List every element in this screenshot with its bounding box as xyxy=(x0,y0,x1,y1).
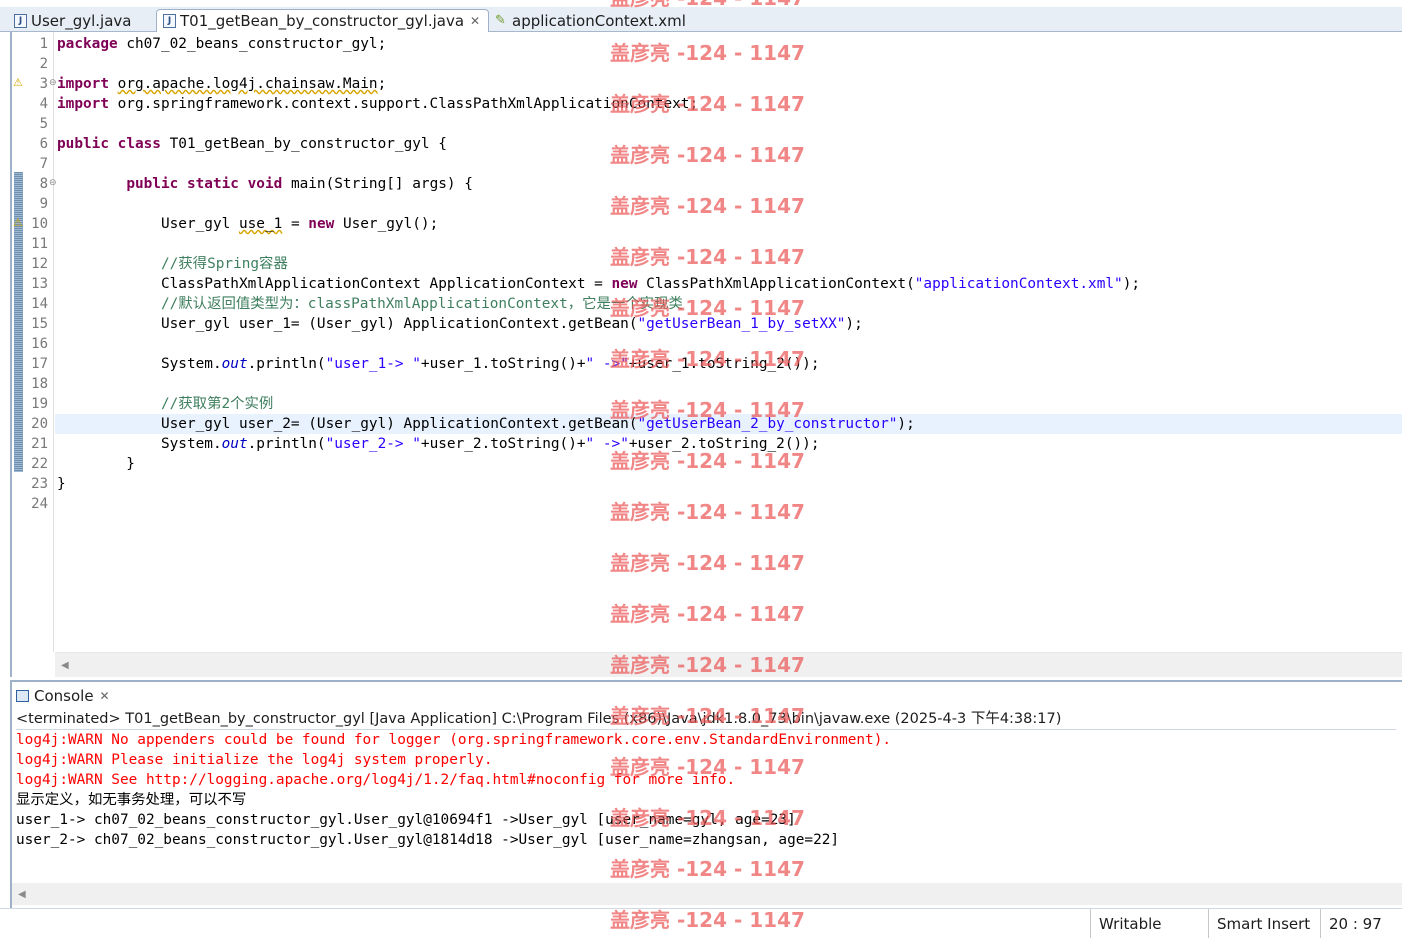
status-bar: Writable Smart Insert 20 : 97 xyxy=(0,908,1402,938)
code-line: import org.springframework.context.suppo… xyxy=(57,96,699,112)
console-output-line: log4j:WARN See http://logging.apache.org… xyxy=(16,772,736,788)
change-marker xyxy=(14,412,23,432)
change-marker xyxy=(14,392,23,412)
line-number: 21 xyxy=(31,436,48,452)
tab-console[interactable]: Console ✕ xyxy=(16,685,110,707)
close-icon[interactable]: ✕ xyxy=(470,14,480,28)
line-number-gutter: 1 2 3 ⊖ 4 5 6 7 8 ⊖ 9 10 11 12 13 14 15 … xyxy=(26,32,57,652)
line-number: 9 xyxy=(39,196,48,212)
unused-variable-warning: use_1 xyxy=(238,216,283,232)
line-number: 18 xyxy=(31,376,48,392)
code-comment-line: //默认返回值类型为：classPathXmlApplicationContex… xyxy=(57,296,683,312)
console-process-status: <terminated> T01_getBean_by_constructor_… xyxy=(16,708,1396,730)
code-line: } xyxy=(57,456,135,472)
line-number: 24 xyxy=(31,496,48,512)
code-line: public static void main(String[] args) { xyxy=(126,176,473,192)
change-marker xyxy=(14,452,23,472)
change-marker xyxy=(14,272,23,292)
scroll-left-icon[interactable]: ◀ xyxy=(61,660,69,671)
change-marker xyxy=(14,172,23,192)
change-marker xyxy=(14,192,23,212)
java-file-icon: J xyxy=(14,13,27,28)
tab-label: T01_getBean_by_constructor_gyl.java xyxy=(180,12,465,30)
line-number: 4 xyxy=(39,96,48,112)
console-output-line: log4j:WARN No appenders could be found f… xyxy=(16,732,892,748)
editor-horizontal-scrollbar[interactable]: ◀ xyxy=(55,652,1402,677)
line-number: 15 xyxy=(31,316,48,332)
console-output-line: 显示定义，如无事务处理，可以不写 xyxy=(16,792,247,808)
line-number: 20 xyxy=(31,416,48,432)
code-line: } xyxy=(57,476,66,492)
tab-applicationcontext-xml[interactable]: ✎ applicationContext.xml xyxy=(495,9,686,32)
line-number: 23 xyxy=(31,476,48,492)
code-editor[interactable]: ⚠ ⚠ 1 2 3 ⊖ 4 5 6 7 8 ⊖ 9 10 11 12 13 14… xyxy=(10,32,1402,677)
change-marker xyxy=(14,232,23,252)
tab-user-gyl-java[interactable]: J User_gyl.java xyxy=(14,9,131,32)
status-writable: Writable xyxy=(1090,909,1208,938)
line-number: 5 xyxy=(39,116,48,132)
change-marker xyxy=(14,432,23,452)
change-marker xyxy=(14,352,23,372)
code-line: public class T01_getBean_by_constructor_… xyxy=(57,136,447,152)
tab-label: applicationContext.xml xyxy=(512,11,686,30)
console-horizontal-scrollbar[interactable]: ◀ xyxy=(12,883,1402,905)
change-marker xyxy=(14,372,23,392)
console-tab-label: Console xyxy=(34,687,94,705)
unused-import-warning: org.apache.log4j.chainsaw.Main xyxy=(117,76,378,92)
change-marker xyxy=(14,292,23,312)
tab-t01-getbean-java[interactable]: J T01_getBean_by_constructor_gyl.java ✕ xyxy=(156,9,490,32)
change-marker xyxy=(14,312,23,332)
console-output-line: user_1-> ch07_02_beans_constructor_gyl.U… xyxy=(16,812,796,828)
warning-icon[interactable]: ⚠ xyxy=(13,216,23,229)
line-number: 22 xyxy=(31,456,48,472)
line-number: 16 xyxy=(31,336,48,352)
line-number: 2 xyxy=(39,56,48,72)
java-file-icon: J xyxy=(163,14,176,28)
editor-tab-bar: J User_gyl.java J T01_getBean_by_constru… xyxy=(0,7,1402,32)
line-number: 6 xyxy=(39,136,48,152)
line-number: 1 xyxy=(39,36,48,52)
current-code-line: User_gyl user_2= (User_gyl) ApplicationC… xyxy=(55,414,1402,434)
line-number: 7 xyxy=(39,156,48,172)
code-text-area[interactable]: package ch07_02_beans_constructor_gyl; i… xyxy=(55,32,1402,652)
code-line: package ch07_02_beans_constructor_gyl; xyxy=(57,36,387,52)
line-number: 17 xyxy=(31,356,48,372)
line-number: 10 xyxy=(31,216,48,232)
line-number: 14 xyxy=(31,296,48,312)
console-view: Console ✕ <terminated> T01_getBean_by_co… xyxy=(10,680,1402,908)
close-icon[interactable]: ✕ xyxy=(100,689,110,703)
code-line: System.out.println("user_2-> "+user_2.to… xyxy=(57,436,820,452)
code-comment-line: //获得Spring容器 xyxy=(57,256,288,272)
console-output-line: log4j:WARN Please initialize the log4j s… xyxy=(16,752,493,768)
code-line: System.out.println("user_1-> "+user_1.to… xyxy=(57,356,820,372)
tab-label: User_gyl.java xyxy=(31,11,132,30)
change-marker xyxy=(14,252,23,272)
line-number: 12 xyxy=(31,256,48,272)
line-number: 13 xyxy=(31,276,48,292)
line-number: 11 xyxy=(31,236,48,252)
warning-icon[interactable]: ⚠ xyxy=(13,76,23,89)
change-marker xyxy=(14,332,23,352)
status-insert-mode: Smart Insert xyxy=(1208,909,1320,938)
line-number: 19 xyxy=(31,396,48,412)
console-output-line: user_2-> ch07_02_beans_constructor_gyl.U… xyxy=(16,832,840,848)
code-line: User_gyl use_1 = new User_gyl(); xyxy=(57,216,439,232)
console-tab-bar: Console ✕ xyxy=(12,680,1402,708)
status-cursor-position: 20 : 97 xyxy=(1320,909,1402,938)
code-line: User_gyl user_1= (User_gyl) ApplicationC… xyxy=(57,316,863,332)
scroll-left-icon[interactable]: ◀ xyxy=(18,889,26,900)
xml-file-icon: ✎ xyxy=(495,13,506,28)
code-line: import org.apache.log4j.chainsaw.Main; xyxy=(57,76,387,92)
overview-ruler: ⚠ ⚠ xyxy=(12,32,26,652)
code-line: ClassPathXmlApplicationContext Applicati… xyxy=(57,276,1141,292)
console-icon xyxy=(16,690,29,702)
code-comment-line: //获取第2个实例 xyxy=(57,396,274,412)
